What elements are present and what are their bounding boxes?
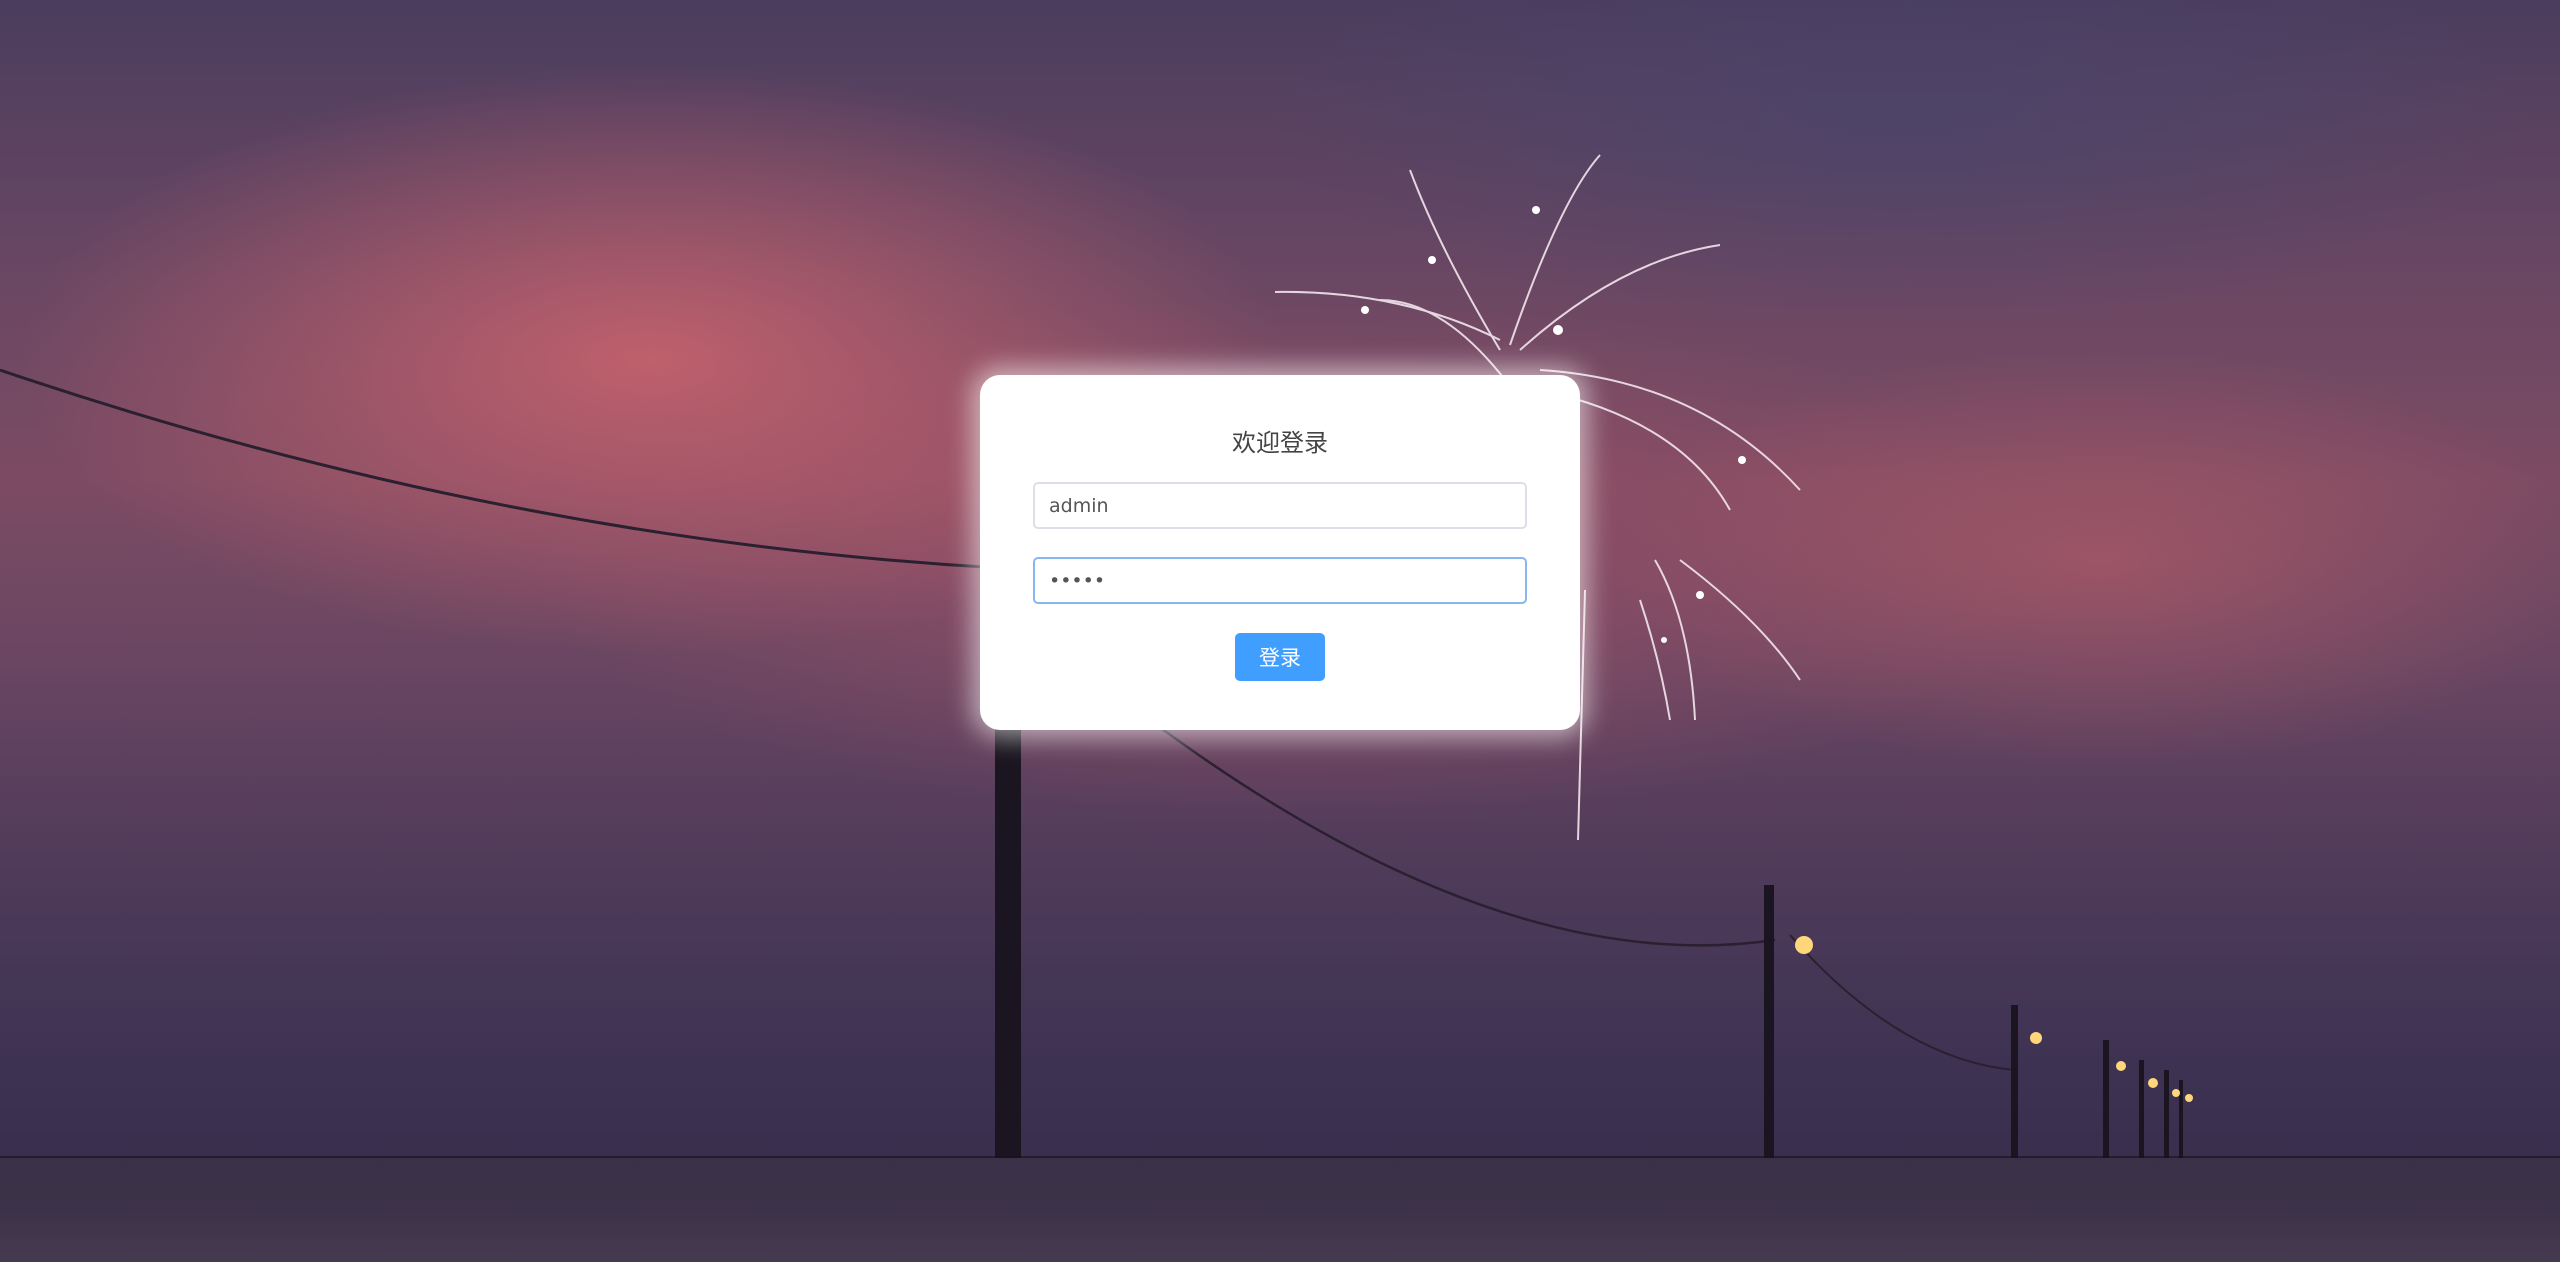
login-button[interactable]: 登录 [1235, 633, 1325, 681]
password-input[interactable] [1035, 559, 1525, 602]
username-field[interactable] [1033, 482, 1527, 529]
password-field[interactable] [1033, 557, 1527, 604]
username-input[interactable] [1035, 484, 1525, 527]
login-title: 欢迎登录 [1232, 429, 1328, 457]
sea [0, 1158, 2560, 1262]
login-card: 欢迎登录 登录 [980, 375, 1580, 730]
